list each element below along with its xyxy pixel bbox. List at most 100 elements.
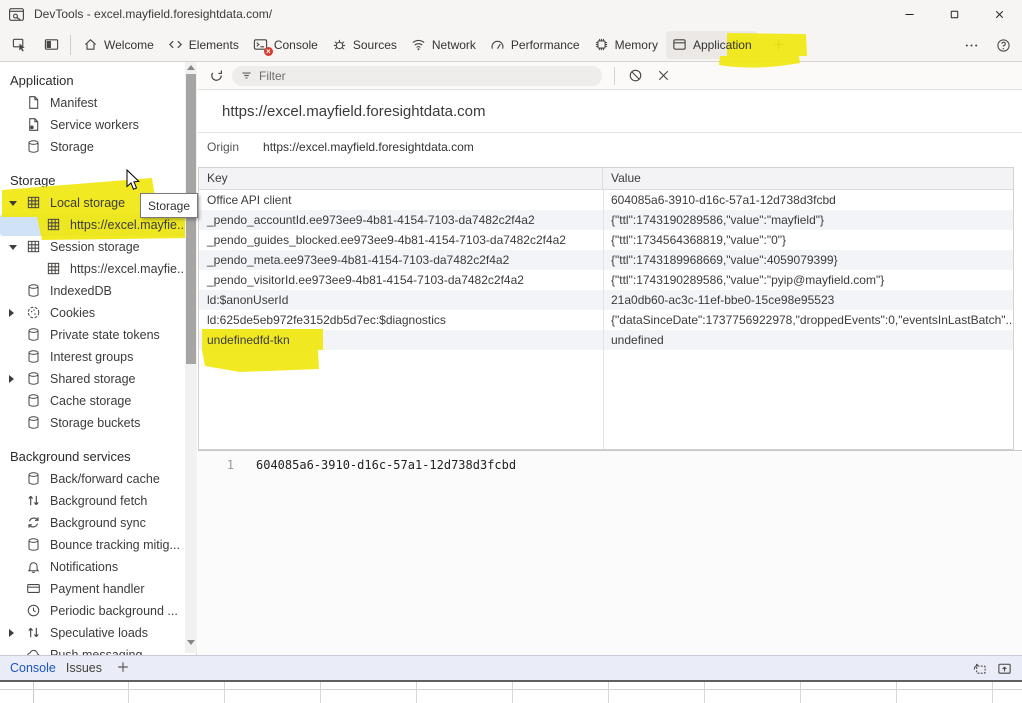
sidebar-item-private-state-tokens[interactable]: Private state tokens bbox=[0, 324, 196, 346]
table-row[interactable]: ld:$anonUserId 21a0db60-ac3c-11ef-bbe0-1… bbox=[199, 290, 1013, 310]
database-icon bbox=[26, 283, 42, 299]
maximize-icon[interactable] bbox=[932, 0, 977, 28]
sidebar-section-application: Application Manifest Service workers Sto… bbox=[0, 70, 196, 158]
filter-box[interactable] bbox=[232, 65, 602, 86]
tab-memory[interactable]: Memory bbox=[588, 31, 664, 59]
tab-welcome[interactable]: Welcome bbox=[77, 31, 160, 59]
row-value: {"ttl":1743190289586,"value":"pyip@mayfi… bbox=[611, 273, 885, 287]
minimize-icon[interactable] bbox=[887, 0, 932, 28]
arrows-up-down-icon bbox=[26, 493, 42, 509]
expander[interactable] bbox=[6, 375, 26, 383]
device-icon[interactable] bbox=[38, 32, 64, 58]
network-icon bbox=[411, 37, 427, 53]
table-row[interactable]: Office API client 604085a6-3910-d16c-57a… bbox=[199, 190, 1013, 210]
help-icon[interactable] bbox=[990, 32, 1016, 58]
sidebar-item-shared-storage[interactable]: Shared storage bbox=[0, 368, 196, 390]
sidebar-item-indexeddb[interactable]: IndexedDB bbox=[0, 280, 196, 302]
panel-up-icon[interactable] bbox=[997, 661, 1012, 676]
preview-value: 604085a6-3910-d16c-57a1-12d738d3fcbd bbox=[256, 458, 517, 472]
sidebar-item-manifest[interactable]: Manifest bbox=[0, 92, 196, 114]
sources-icon bbox=[332, 37, 348, 53]
tab-console[interactable]: Console bbox=[247, 31, 324, 59]
refresh-icon[interactable] bbox=[206, 66, 226, 86]
payment-card-icon bbox=[26, 581, 42, 597]
dock-icon[interactable] bbox=[972, 661, 987, 676]
expander[interactable] bbox=[6, 201, 26, 206]
drawer-add-tab-button[interactable] bbox=[116, 660, 132, 676]
sidebar-item-interest-groups[interactable]: Interest groups bbox=[0, 346, 196, 368]
table-row[interactable]: ld:625de5eb972fe3152db5d7ec:$diagnostics… bbox=[199, 310, 1013, 330]
tab-sources[interactable]: Sources bbox=[326, 31, 403, 59]
column-divider[interactable] bbox=[603, 190, 604, 449]
window-titlebar: DevTools - excel.mayfield.foresightdata.… bbox=[0, 0, 1022, 28]
sidebar-item-service-workers[interactable]: Service workers bbox=[0, 114, 196, 136]
sidebar-item-cookies[interactable]: Cookies bbox=[0, 302, 196, 324]
scroll-down-icon[interactable] bbox=[187, 640, 195, 645]
filter-icon bbox=[240, 69, 253, 82]
sidebar-item-storage[interactable]: Storage bbox=[0, 136, 196, 158]
dots-icon[interactable] bbox=[958, 32, 984, 58]
tab-application[interactable]: Application bbox=[665, 30, 758, 59]
table-row[interactable]: _pendo_visitorId.ee973ee9-4b81-4154-7103… bbox=[199, 270, 1013, 290]
database-icon bbox=[26, 415, 42, 431]
excel-grid-background bbox=[0, 682, 1022, 703]
table-row[interactable]: _pendo_meta.ee973ee9-4b81-4154-7103-da74… bbox=[199, 250, 1013, 270]
section-header: Storage bbox=[10, 173, 56, 188]
sidebar-item-cache-storage[interactable]: Cache storage bbox=[0, 390, 196, 412]
database-icon bbox=[26, 393, 42, 409]
sidebar-item-notifications[interactable]: Notifications bbox=[0, 556, 196, 578]
filter-input[interactable] bbox=[259, 68, 579, 83]
tab-network[interactable]: Network bbox=[405, 31, 482, 59]
performance-icon bbox=[490, 37, 506, 53]
sidebar-item-session-storage[interactable]: Session storage bbox=[0, 236, 196, 258]
arrows-up-down-icon bbox=[26, 625, 42, 641]
sidebar-scrollbar[interactable] bbox=[185, 62, 197, 653]
column-header-value[interactable]: Value bbox=[603, 168, 1013, 189]
close-x-icon[interactable] bbox=[651, 65, 675, 87]
expander[interactable] bbox=[6, 309, 26, 317]
sidebar-item-storage-buckets[interactable]: Storage buckets bbox=[0, 412, 196, 434]
row-key: Office API client bbox=[207, 193, 292, 207]
sidebar-item-background-sync[interactable]: Background sync bbox=[0, 512, 196, 534]
drawer-tab-issues[interactable]: Issues bbox=[66, 661, 102, 675]
tab-elements[interactable]: Elements bbox=[162, 31, 245, 59]
add-tab-button[interactable] bbox=[766, 32, 792, 58]
section-header: Background services bbox=[10, 449, 131, 464]
devtools-window: DevTools - excel.mayfield.foresightdata.… bbox=[0, 0, 1022, 703]
table-row[interactable]: _pendo_guides_blocked.ee973ee9-4b81-4154… bbox=[199, 230, 1013, 250]
origin-heading: https://excel.mayfield.foresightdata.com bbox=[222, 102, 486, 120]
scroll-up-icon[interactable] bbox=[187, 65, 195, 70]
home-icon bbox=[83, 37, 99, 53]
expander[interactable] bbox=[6, 245, 26, 250]
block-icon[interactable] bbox=[623, 65, 647, 87]
scrollbar-thumb[interactable] bbox=[186, 74, 196, 364]
table-header: Key Value bbox=[199, 168, 1013, 190]
sidebar-item-speculative-loads[interactable]: Speculative loads bbox=[0, 622, 196, 644]
column-header-key[interactable]: Key bbox=[199, 168, 603, 189]
tab-performance[interactable]: Performance bbox=[484, 31, 586, 59]
grid-icon bbox=[46, 261, 62, 277]
storage-toolbar bbox=[198, 62, 1022, 90]
sidebar-item-push-messaging[interactable]: Push messaging bbox=[0, 644, 196, 655]
window-title: DevTools - excel.mayfield.foresightdata.… bbox=[34, 7, 273, 21]
row-key: _pendo_meta.ee973ee9-4b81-4154-7103-da74… bbox=[207, 253, 510, 267]
row-value: {"ttl":1743190289586,"value":"mayfield"} bbox=[611, 213, 825, 227]
console-icon bbox=[253, 37, 273, 56]
divider bbox=[70, 34, 71, 55]
sidebar-item-payment-handler[interactable]: Payment handler bbox=[0, 578, 196, 600]
origin-row: Origin https://excel.mayfield.foresightd… bbox=[198, 133, 1022, 161]
table-row[interactable]: undefinedfd-tkn undefined bbox=[199, 330, 1013, 350]
close-icon[interactable] bbox=[977, 0, 1022, 28]
drawer-tab-console[interactable]: Console bbox=[10, 661, 56, 675]
expander[interactable] bbox=[6, 629, 26, 637]
sidebar-item-https-excel-mayfie[interactable]: https://excel.mayfie... bbox=[0, 258, 196, 280]
sidebar-item-back-forward-cache[interactable]: Back/forward cache bbox=[0, 468, 196, 490]
table-row[interactable]: _pendo_accountId.ee973ee9-4b81-4154-7103… bbox=[199, 210, 1013, 230]
sidebar-item-periodic-background[interactable]: Periodic background ... bbox=[0, 600, 196, 622]
row-key: _pendo_guides_blocked.ee973ee9-4b81-4154… bbox=[207, 233, 566, 247]
sidebar-item-background-fetch[interactable]: Background fetch bbox=[0, 490, 196, 512]
service-worker-icon bbox=[26, 117, 42, 133]
inspect-icon[interactable] bbox=[6, 32, 32, 58]
sidebar-item-bounce-tracking-mitig[interactable]: Bounce tracking mitig... bbox=[0, 534, 196, 556]
sync-icon bbox=[26, 515, 42, 531]
